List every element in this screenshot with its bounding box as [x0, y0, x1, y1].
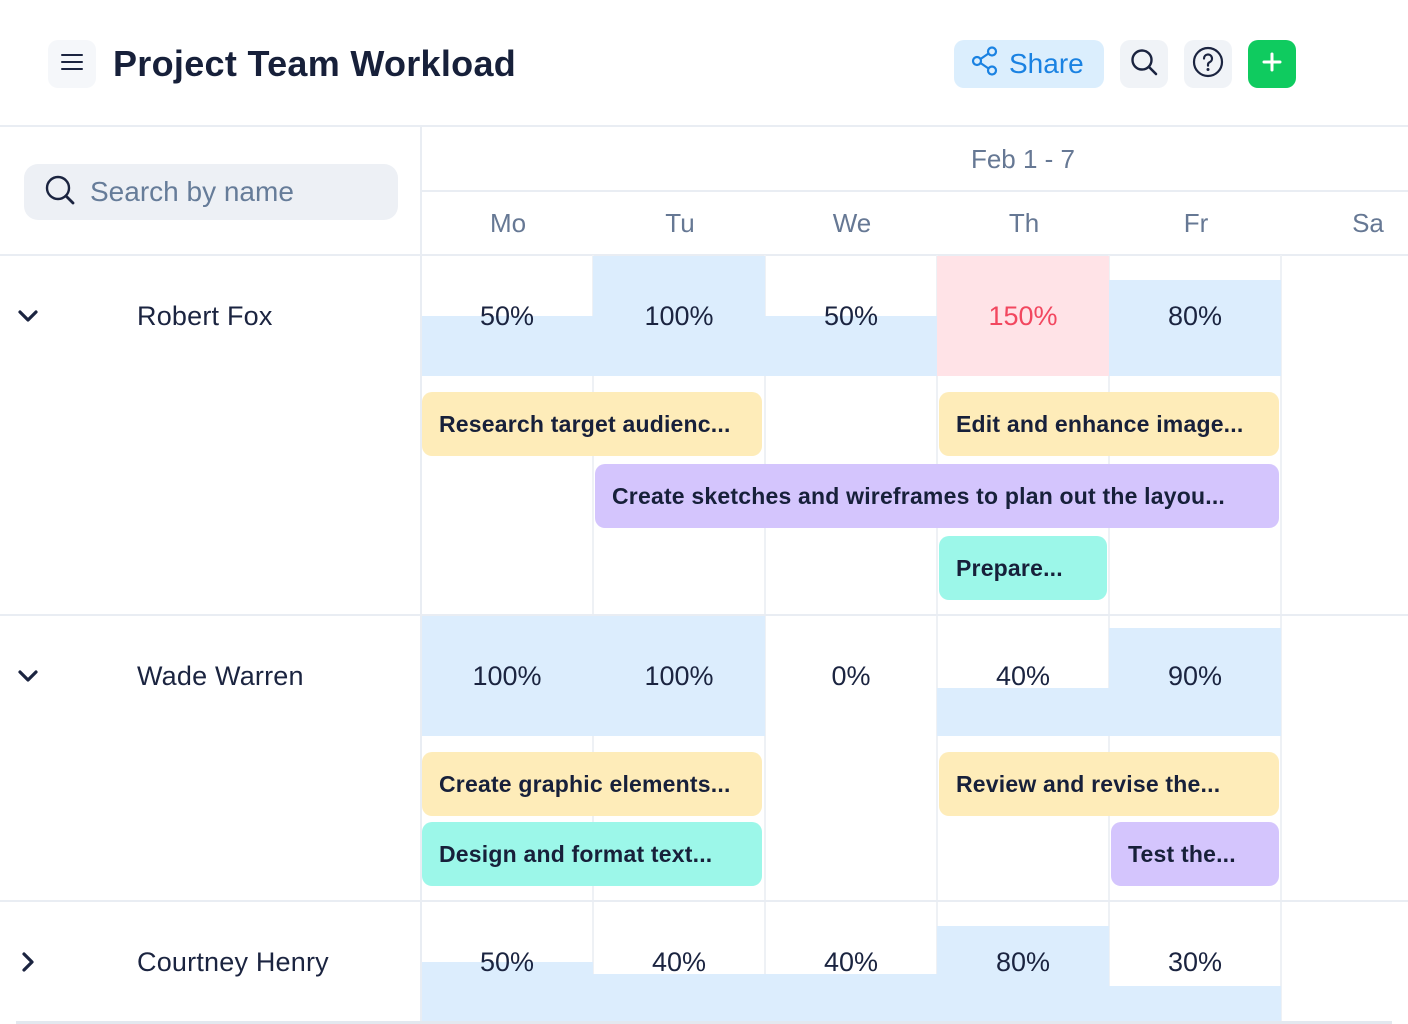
share-icon: [971, 45, 999, 83]
workload-cell[interactable]: 80%: [937, 902, 1109, 1022]
load-percent: 0%: [831, 660, 871, 691]
day-header-mo: Mo: [489, 208, 527, 238]
load-percent: 40%: [823, 946, 879, 977]
load-percent: 90%: [1167, 660, 1223, 691]
add-button[interactable]: [1248, 40, 1296, 88]
chevron-right-icon[interactable]: [14, 948, 42, 976]
person-row: Wade Warren: [0, 646, 420, 706]
load-percent: 100%: [472, 660, 542, 691]
day-header-sa: Sa: [1352, 208, 1384, 238]
workload-cell[interactable]: 40%: [765, 902, 937, 1022]
task-chip[interactable]: Design and format text...: [422, 822, 762, 886]
app-header: Project Team Workload Share: [0, 0, 1408, 127]
chevron-down-icon[interactable]: [14, 662, 42, 690]
day-header-fr: Fr: [1183, 208, 1209, 238]
person-name[interactable]: Wade Warren: [137, 661, 304, 692]
person-row: Courtney Henry: [0, 932, 420, 992]
workload-cell[interactable]: 100%: [593, 256, 765, 376]
workload-cell[interactable]: 150%: [937, 256, 1109, 376]
search-input[interactable]: [90, 176, 380, 208]
workload-cell[interactable]: 90%: [1109, 616, 1281, 736]
search-icon: [44, 174, 76, 211]
day-header-tu: Tu: [665, 208, 695, 238]
load-percent: 100%: [644, 660, 714, 691]
task-chip[interactable]: Create sketches and wireframes to plan o…: [595, 464, 1279, 528]
workload-cell[interactable]: 100%: [421, 616, 593, 736]
person-name[interactable]: Robert Fox: [137, 301, 273, 332]
load-percent: 50%: [479, 300, 535, 331]
load-percent: 50%: [479, 946, 535, 977]
search-icon: [1130, 48, 1158, 81]
workload-cell[interactable]: 0%: [765, 616, 937, 736]
chevron-down-icon[interactable]: [14, 302, 42, 330]
task-chip[interactable]: Create graphic elements...: [422, 752, 762, 816]
load-percent: 50%: [823, 300, 879, 331]
day-header-th: Th: [1008, 208, 1040, 238]
task-chip[interactable]: Prepare...: [939, 536, 1107, 600]
share-button[interactable]: Share: [954, 40, 1104, 88]
workload-cell[interactable]: 50%: [421, 256, 593, 376]
load-percent: 40%: [651, 946, 707, 977]
search-button[interactable]: [1120, 40, 1168, 88]
load-percent: 80%: [1167, 300, 1223, 331]
workload-cell[interactable]: 40%: [937, 616, 1109, 736]
workload-cell[interactable]: 100%: [593, 616, 765, 736]
load-percent: 150%: [988, 300, 1058, 331]
workload-cell[interactable]: 50%: [421, 902, 593, 1022]
person-name[interactable]: Courtney Henry: [137, 947, 329, 978]
day-header-we: We: [832, 208, 872, 238]
workload-cell[interactable]: 30%: [1109, 902, 1281, 1022]
load-percent: 80%: [995, 946, 1051, 977]
task-chip[interactable]: Review and revise the...: [939, 752, 1279, 816]
task-chip[interactable]: Test the...: [1111, 822, 1279, 886]
person-row: Robert Fox: [0, 286, 420, 346]
date-range-label: Feb 1 - 7: [970, 143, 1076, 174]
hamburger-menu-icon: [61, 53, 83, 76]
load-percent: 40%: [995, 660, 1051, 691]
search-field[interactable]: [24, 164, 398, 220]
share-label: Share: [1009, 48, 1084, 79]
help-button[interactable]: [1184, 40, 1232, 88]
menu-button[interactable]: [48, 40, 96, 88]
plus-icon: [1261, 51, 1283, 78]
task-chip[interactable]: Research target audienc...: [422, 392, 762, 456]
workload-cell[interactable]: 40%: [593, 902, 765, 1022]
page-title: Project Team Workload: [113, 43, 517, 84]
load-percent: 100%: [644, 300, 714, 331]
workload-cell[interactable]: 50%: [765, 256, 937, 376]
task-chip[interactable]: Edit and enhance image...: [939, 392, 1279, 456]
load-percent: 30%: [1167, 946, 1223, 977]
workload-cell[interactable]: 80%: [1109, 256, 1281, 376]
help-icon: [1192, 46, 1224, 83]
